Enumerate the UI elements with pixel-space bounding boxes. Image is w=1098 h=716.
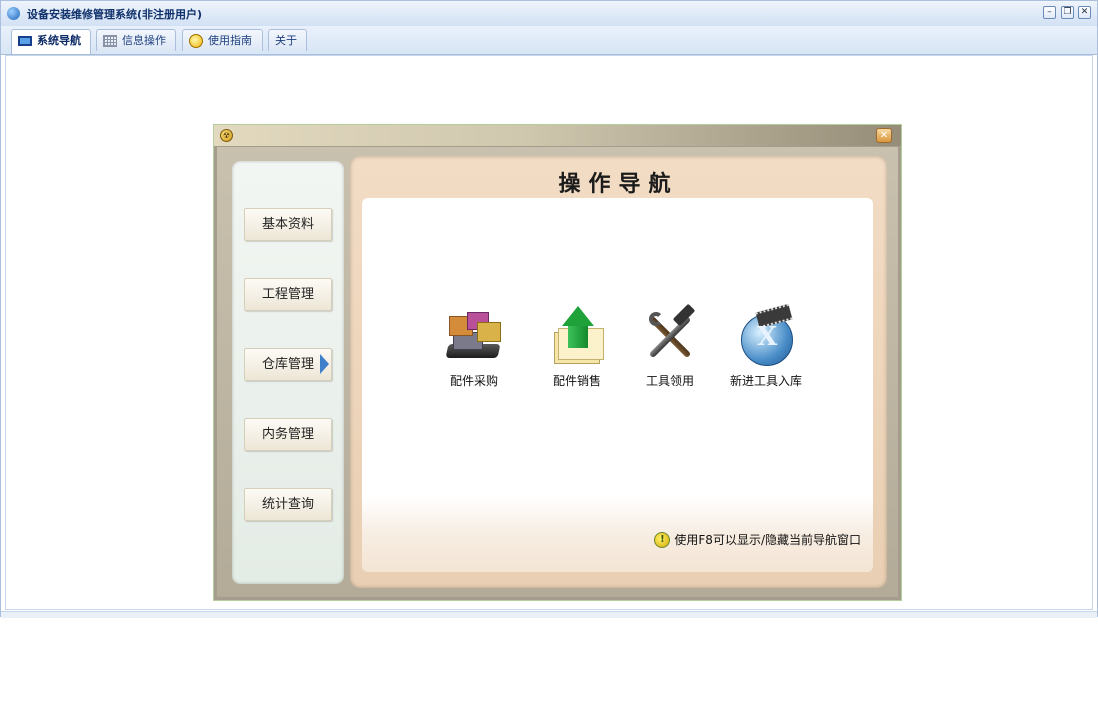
function-label: 配件采购 [449,374,498,388]
category-sidebar: 基本资料 工程管理 仓库管理 内务管理 统计查询 [232,161,344,584]
tab-label: 使用指南 [208,34,252,47]
tab-user-guide[interactable]: 使用指南 [182,29,263,51]
function-label: 配件销售 [552,374,601,388]
navigation-dialog: ☢ ✕ 基本资料 工程管理 仓库管理 内务管理 统计查询 操作导航 配件采购 配… [213,124,902,601]
status-bar [1,611,1097,618]
sidebar-button-label: 基本资料 [261,217,314,232]
bulb-icon [189,34,203,48]
function-tool-requisition[interactable]: 工具领用 [625,303,715,389]
window-title: 设备安装维修管理系统(非注册用户) [27,8,203,21]
f8-hint: ! 使用F8可以显示/隐藏当前导航窗口 [654,531,861,548]
function-panel: 操作导航 配件采购 配件销售 工具领用 X 新进工具入库 ! 使用F8可以显示/… [350,156,887,588]
sidebar-button-label: 内务管理 [261,427,314,442]
info-bulb-icon: ! [654,532,671,548]
app-logo-icon [7,7,20,20]
sidebar-button-label: 工程管理 [261,287,314,302]
title-bar: 设备安装维修管理系统(非注册用户) – ❐ ✕ [1,1,1097,27]
close-button[interactable]: ✕ [1078,6,1091,19]
hint-text: 使用F8可以显示/隐藏当前导航窗口 [674,532,861,547]
function-parts-purchase[interactable]: 配件采购 [429,306,519,389]
function-parts-sales[interactable]: 配件销售 [532,306,622,389]
tab-label: 关于 [275,34,297,47]
parts-purchase-icon [443,306,505,368]
dialog-body: 基本资料 工程管理 仓库管理 内务管理 统计查询 操作导航 配件采购 配件销售 … [217,147,898,597]
tab-about[interactable]: 关于 [268,29,307,51]
tools-icon [639,303,701,368]
restore-button[interactable]: ❐ [1061,6,1074,19]
sidebar-button-warehouse-management[interactable]: 仓库管理 [244,348,332,381]
grid-icon [103,35,117,47]
parts-sales-icon [546,306,608,368]
function-label: 工具领用 [645,374,694,388]
function-area: 配件采购 配件销售 工具领用 X 新进工具入库 ! 使用F8可以显示/隐藏当前导… [362,198,873,572]
monitor-icon [18,36,32,46]
dialog-close-button[interactable]: ✕ [876,128,892,143]
tab-label: 信息操作 [122,34,166,47]
function-label: 新进工具入库 [729,374,802,388]
sidebar-button-internal-affairs[interactable]: 内务管理 [244,418,332,451]
sidebar-button-label: 统计查询 [261,497,314,512]
sidebar-button-statistics-query[interactable]: 统计查询 [244,488,332,521]
tab-info-operations[interactable]: 信息操作 [96,29,176,51]
selected-arrow-icon [320,354,329,374]
function-new-tools-stock-in[interactable]: X 新进工具入库 [721,303,811,389]
minimize-button[interactable]: – [1043,6,1056,19]
tab-system-navigation[interactable]: 系统导航 [11,29,91,54]
dialog-system-icon: ☢ [220,129,233,142]
panel-heading: 操作导航 [558,171,679,197]
tab-bar: 系统导航 信息操作 使用指南 关于 [1,26,1097,55]
dialog-title-bar[interactable]: ☢ ✕ [214,125,901,146]
sidebar-button-basic-data[interactable]: 基本资料 [244,208,332,241]
sidebar-button-label: 仓库管理 [261,357,314,372]
tab-label: 系统导航 [37,34,81,47]
sidebar-button-project-management[interactable]: 工程管理 [244,278,332,311]
new-tools-stock-icon: X [735,303,797,368]
